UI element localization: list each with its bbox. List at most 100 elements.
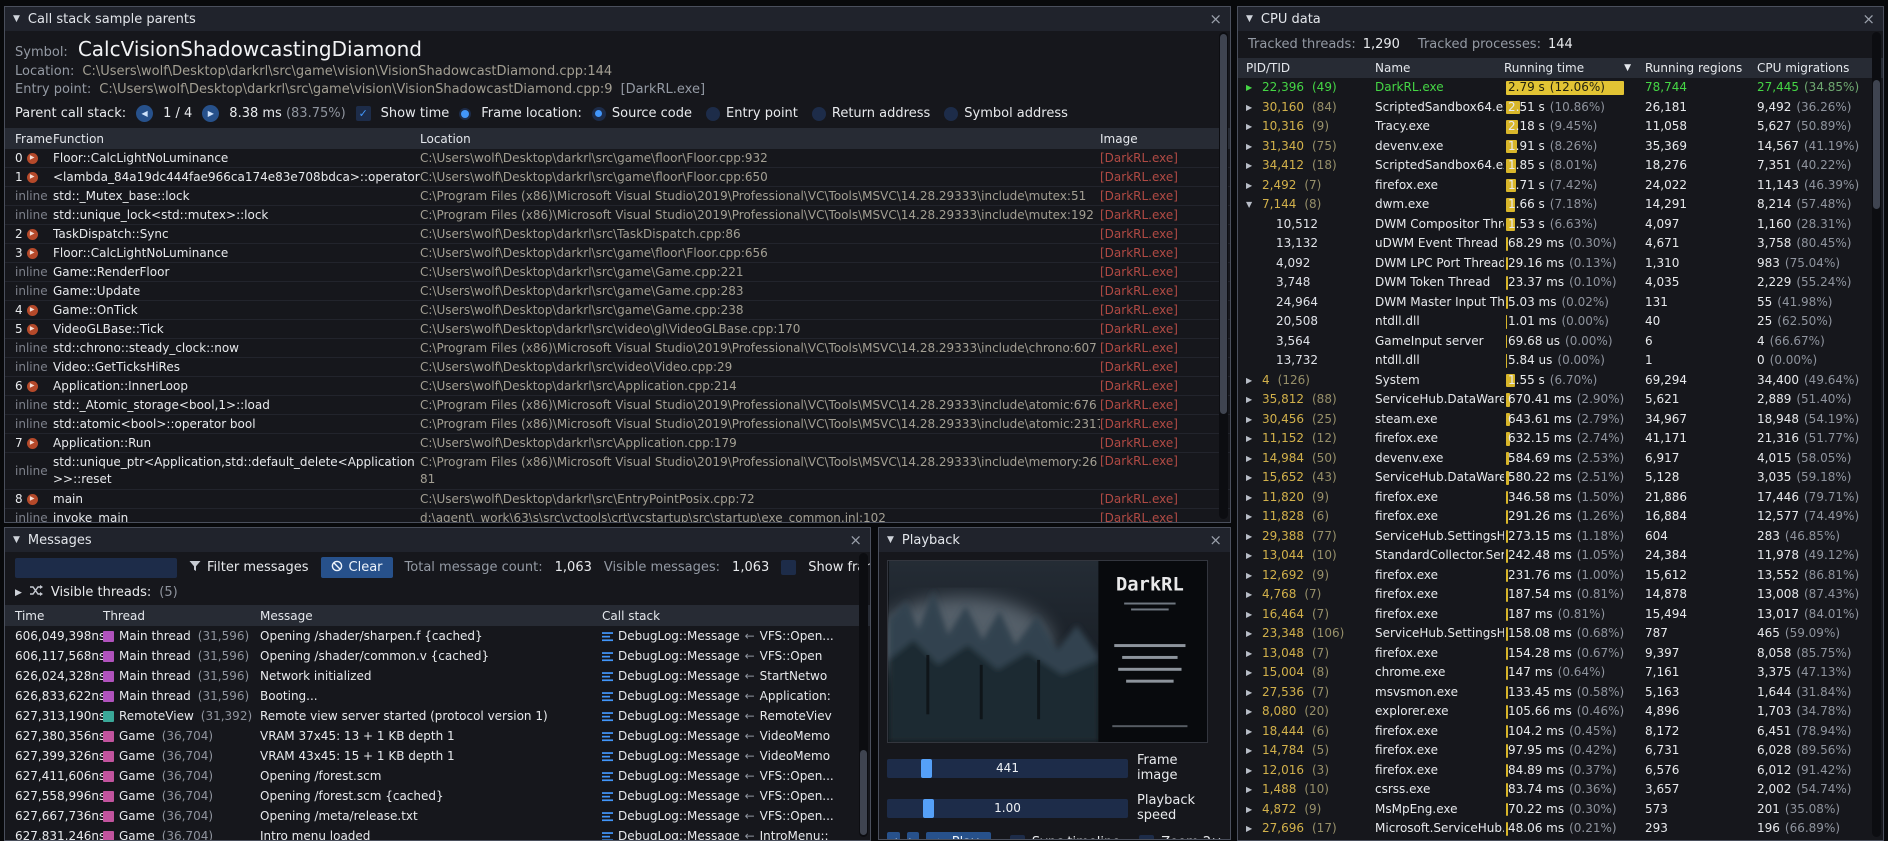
messages-scrollbar[interactable] bbox=[859, 553, 868, 837]
cpu-row[interactable]: ▶1,488(10)csrss.exe83.74 ms(0.36%)3,6572… bbox=[1238, 780, 1883, 800]
callstack-scrollbar[interactable] bbox=[1219, 32, 1228, 519]
cpu-row[interactable]: ▶11,152(12)firefox.exe632.15 ms(2.74%)41… bbox=[1238, 429, 1883, 449]
collapse-icon[interactable]: ▼ bbox=[1246, 195, 1257, 215]
cpu-row[interactable]: ▶14,984(50)devenv.exe584.69 ms(2.53%)6,9… bbox=[1238, 449, 1883, 469]
cpu-row[interactable]: ▶27,536(7)msvsmon.exe133.45 ms(0.58%)5,1… bbox=[1238, 683, 1883, 703]
scrollbar-thumb[interactable] bbox=[1873, 80, 1880, 209]
callstack-frame-row[interactable]: 8▶mainC:\Users\wolf\Desktop\darkrl\src\E… bbox=[5, 490, 1230, 509]
cpu-row[interactable]: 13,732ntdll.dll5.84 us(0.00%)10(0.00%) bbox=[1238, 351, 1883, 371]
cpu-row[interactable]: ▶23,348(106)ServiceHub.SettingsHost.exe1… bbox=[1238, 624, 1883, 644]
cpu-row[interactable]: ▶11,828(6)firefox.exe291.26 ms(1.26%)16,… bbox=[1238, 507, 1883, 527]
cpu-row[interactable]: ▶12,692(9)firefox.exe231.76 ms(1.00%)15,… bbox=[1238, 566, 1883, 586]
cpu-row[interactable]: ▶10,316(9)Tracy.exe2.18 s(9.45%)11,0585,… bbox=[1238, 117, 1883, 137]
cpu-row[interactable]: ▶4,872(9)MsMpEng.exe70.22 ms(0.30%)57320… bbox=[1238, 800, 1883, 820]
callstack-frame-row[interactable]: 5▶VideoGLBase::TickC:\Users\wolf\Desktop… bbox=[5, 320, 1230, 339]
callstack-frame-row[interactable]: inlineinvoke_maind:\agent\_work\63\s\src… bbox=[5, 509, 1230, 523]
expand-icon[interactable]: ▶ bbox=[1246, 137, 1257, 157]
column-header-running-regions[interactable]: Running regions bbox=[1645, 61, 1757, 75]
expand-icon[interactable]: ▶ bbox=[1246, 663, 1257, 683]
cpu-row[interactable]: ▶2,492(7)firefox.exe1.71 s(7.42%)24,0221… bbox=[1238, 176, 1883, 196]
callstack-frame-row[interactable]: inlinestd::_Atomic_storage<bool,1>::load… bbox=[5, 396, 1230, 415]
collapse-icon[interactable]: ▼ bbox=[1246, 14, 1253, 24]
messages-titlebar[interactable]: ▼ Messages × bbox=[5, 528, 870, 552]
scrollbar-thumb[interactable] bbox=[1220, 34, 1227, 414]
expand-icon[interactable]: ▶ bbox=[1246, 546, 1257, 566]
cpu-row[interactable]: ▶11,820(9)firefox.exe346.58 ms(1.50%)21,… bbox=[1238, 488, 1883, 508]
message-row[interactable]: 606,049,398nsMain thread(31,596)Opening … bbox=[5, 626, 870, 646]
cpu-row[interactable]: ▼7,144(8)dwm.exe1.66 s(7.18%)14,2918,214… bbox=[1238, 195, 1883, 215]
callstack-list-icon[interactable] bbox=[602, 831, 613, 841]
expand-icon[interactable]: ▶ bbox=[1246, 176, 1257, 196]
radio-return-address[interactable]: Return address bbox=[812, 106, 930, 121]
cpu-row[interactable]: ▶31,340(75)devenv.exe1.91 s(8.26%)35,369… bbox=[1238, 137, 1883, 157]
zoom-2x-checkbox[interactable]: ✓ bbox=[1139, 835, 1154, 841]
cpu-row[interactable]: ▶30,160(84)ScriptedSandbox64.exe2.51 s(1… bbox=[1238, 98, 1883, 118]
frame-jump-icon[interactable]: ▶ bbox=[27, 153, 38, 164]
collapse-icon[interactable]: ▼ bbox=[13, 14, 20, 24]
frame-jump-icon[interactable]: ▶ bbox=[27, 438, 38, 449]
show-frame-checkbox[interactable]: ✓ bbox=[781, 560, 796, 575]
callstack-titlebar[interactable]: ▼ Call stack sample parents × bbox=[5, 7, 1230, 31]
callstack-list-icon[interactable] bbox=[602, 671, 613, 682]
cpu-row[interactable]: ▶15,652(43)ServiceHub.DataWarehouseHost.… bbox=[1238, 468, 1883, 488]
message-row[interactable]: 627,399,326nsGame(36,704)VRAM 43x45: 15 … bbox=[5, 746, 870, 766]
sync-timeline-checkbox[interactable]: ✓ bbox=[1010, 835, 1025, 841]
expand-icon[interactable]: ▶ bbox=[1246, 410, 1257, 430]
callstack-frame-row[interactable]: 6▶Application::InnerLoopC:\Users\wolf\De… bbox=[5, 377, 1230, 396]
cpu-row[interactable]: 10,512DWM Compositor Thread1.53 s(6.63%)… bbox=[1238, 215, 1883, 235]
callstack-frame-row[interactable]: 3▶Floor::CalcLightNoLuminanceC:\Users\wo… bbox=[5, 244, 1230, 263]
callstack-frame-row[interactable]: inlinestd::chrono::steady_clock::nowC:\P… bbox=[5, 339, 1230, 358]
playback-speed-slider[interactable]: 1.00 bbox=[887, 799, 1128, 818]
close-icon[interactable]: × bbox=[1862, 12, 1875, 27]
callstack-list-icon[interactable] bbox=[602, 731, 613, 742]
expand-icon[interactable]: ▶ bbox=[1246, 605, 1257, 625]
frame-jump-icon[interactable]: ▶ bbox=[27, 494, 38, 505]
callstack-list-icon[interactable] bbox=[602, 651, 613, 662]
collapse-icon[interactable]: ▼ bbox=[887, 535, 894, 545]
message-row[interactable]: 627,667,736nsGame(36,704)Opening /meta/r… bbox=[5, 806, 870, 826]
callstack-frame-row[interactable]: inlinestd::atomic<bool>::operator boolC:… bbox=[5, 415, 1230, 434]
cpu-row[interactable]: ▶4(126)System1.55 s(6.70%)69,29434,400(4… bbox=[1238, 371, 1883, 391]
cpu-row[interactable]: 4,092DWM LPC Port Thread29.16 ms(0.13%)1… bbox=[1238, 254, 1883, 274]
column-header-name[interactable]: Name bbox=[1375, 61, 1504, 75]
callstack-frame-row[interactable]: inlinestd::_Mutex_base::lockC:\Program F… bbox=[5, 187, 1230, 206]
expand-icon[interactable]: ▶ bbox=[1246, 683, 1257, 703]
visible-threads-expander[interactable]: ▶ bbox=[15, 588, 22, 598]
playback-frame-image[interactable]: DarkRL bbox=[887, 560, 1208, 743]
expand-icon[interactable]: ▶ bbox=[1246, 819, 1257, 839]
callstack-list-icon[interactable] bbox=[602, 811, 613, 822]
expand-icon[interactable]: ▶ bbox=[1246, 800, 1257, 820]
callstack-list-icon[interactable] bbox=[602, 751, 613, 762]
cpu-row[interactable]: ▶8,080(20)explorer.exe105.66 ms(0.46%)4,… bbox=[1238, 702, 1883, 722]
callstack-frame-row[interactable]: 7▶Application::RunC:\Users\wolf\Desktop\… bbox=[5, 434, 1230, 453]
message-filter-input[interactable] bbox=[15, 558, 177, 578]
callstack-frame-row[interactable]: 1▶<lambda_84a19dc444fae966ca174e83e708bd… bbox=[5, 168, 1230, 187]
callstack-list-icon[interactable] bbox=[602, 791, 613, 802]
frame-jump-icon[interactable]: ▶ bbox=[27, 172, 38, 183]
cpu-row[interactable]: 3,748DWM Token Thread23.37 ms(0.10%)4,03… bbox=[1238, 273, 1883, 293]
expand-icon[interactable]: ▶ bbox=[1246, 761, 1257, 781]
show-time-checkbox[interactable]: ✓ bbox=[356, 106, 371, 121]
expand-icon[interactable]: ▶ bbox=[1246, 429, 1257, 449]
next-frame-button[interactable]: ▶ bbox=[907, 832, 920, 840]
cpu-row[interactable]: ▶13,048(7)firefox.exe154.28 ms(0.67%)9,3… bbox=[1238, 644, 1883, 664]
filter-messages-button[interactable]: Filter messages bbox=[189, 560, 309, 576]
cpu-row[interactable]: ▶22,396(49)DarkRL.exe2.79 s(12.06%)78,74… bbox=[1238, 78, 1883, 98]
frame-image-slider[interactable]: 441 bbox=[887, 759, 1128, 778]
cpu-titlebar[interactable]: ▼ CPU data × bbox=[1238, 7, 1883, 31]
expand-icon[interactable]: ▶ bbox=[1246, 722, 1257, 742]
expand-icon[interactable]: ▶ bbox=[1246, 78, 1257, 98]
next-stack-button[interactable]: ▶ bbox=[202, 105, 219, 122]
callstack-frame-row[interactable]: inlineVideo::GetTicksHiResC:\Users\wolf\… bbox=[5, 358, 1230, 377]
expand-icon[interactable]: ▶ bbox=[1246, 624, 1257, 644]
callstack-list-icon[interactable] bbox=[602, 771, 613, 782]
callstack-frame-row[interactable]: 0▶Floor::CalcLightNoLuminanceC:\Users\wo… bbox=[5, 149, 1230, 168]
callstack-frame-row[interactable]: inlineGame::UpdateC:\Users\wolf\Desktop\… bbox=[5, 282, 1230, 301]
prev-frame-button[interactable]: ◀ bbox=[887, 832, 900, 840]
radio-symbol-address[interactable]: Symbol address bbox=[944, 106, 1068, 121]
callstack-frame-row[interactable]: 2▶TaskDispatch::SyncC:\Users\wolf\Deskto… bbox=[5, 225, 1230, 244]
expand-icon[interactable]: ▶ bbox=[1246, 585, 1257, 605]
expand-icon[interactable]: ▶ bbox=[1246, 449, 1257, 469]
expand-icon[interactable]: ▶ bbox=[1246, 488, 1257, 508]
message-row[interactable]: 626,833,622nsMain thread(31,596)Booting.… bbox=[5, 686, 870, 706]
